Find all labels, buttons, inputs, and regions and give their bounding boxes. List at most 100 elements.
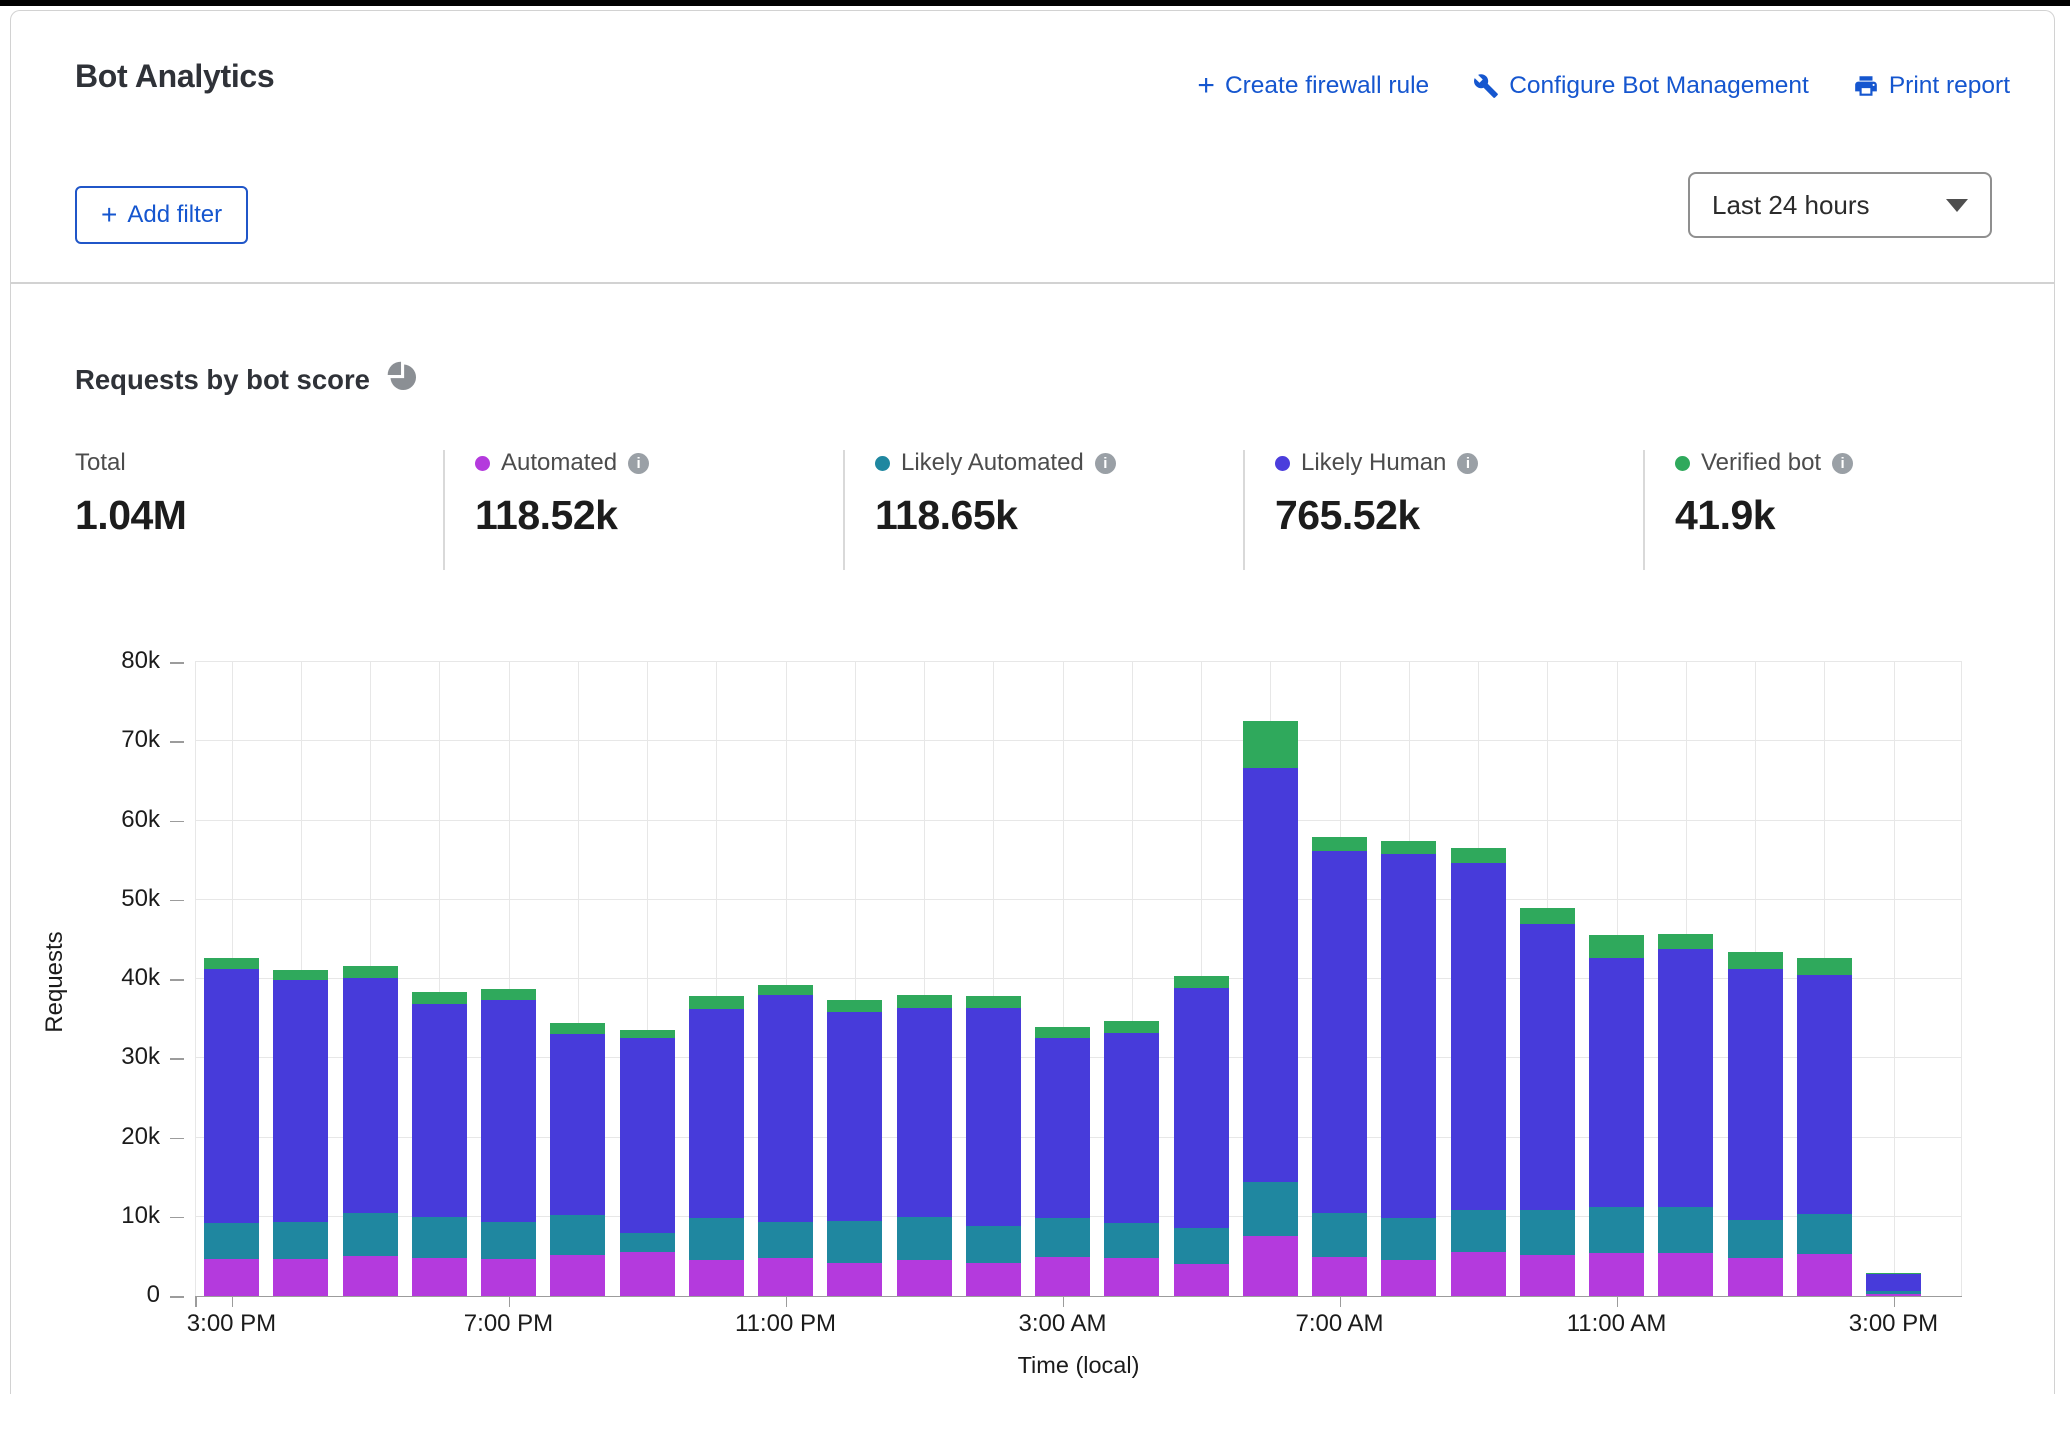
bar-segment-automated[interactable] — [1520, 1255, 1575, 1296]
bar-segment-automated[interactable] — [966, 1263, 1021, 1296]
bar-segment-likely-human[interactable] — [1104, 1033, 1159, 1223]
bar-segment-verified-bot[interactable] — [273, 970, 328, 980]
bar-segment-verified-bot[interactable] — [1866, 1273, 1921, 1274]
bar-segment-likely-automated[interactable] — [1866, 1291, 1921, 1293]
bar-segment-likely-automated[interactable] — [1520, 1210, 1575, 1255]
info-icon[interactable]: i — [1832, 453, 1853, 474]
bar-segment-verified-bot[interactable] — [1658, 934, 1713, 949]
bar-segment-automated[interactable] — [481, 1259, 536, 1296]
bar-segment-likely-human[interactable] — [1381, 854, 1436, 1219]
bar-segment-verified-bot[interactable] — [1589, 935, 1644, 958]
bar-segment-likely-human[interactable] — [481, 1000, 536, 1223]
bar-segment-likely-automated[interactable] — [689, 1218, 744, 1261]
bar-segment-verified-bot[interactable] — [897, 995, 952, 1008]
bar-segment-likely-human[interactable] — [1243, 768, 1298, 1182]
bar-segment-likely-human[interactable] — [1312, 851, 1367, 1213]
bar-segment-verified-bot[interactable] — [550, 1023, 605, 1033]
bar-segment-verified-bot[interactable] — [1728, 952, 1783, 969]
stat-likely-human[interactable]: Likely Human i 765.52k — [1275, 448, 1478, 539]
bar-segment-verified-bot[interactable] — [827, 1000, 882, 1012]
info-icon[interactable]: i — [628, 453, 649, 474]
bar-segment-likely-human[interactable] — [1520, 924, 1575, 1210]
bar-segment-verified-bot[interactable] — [1312, 837, 1367, 850]
bar-segment-likely-human[interactable] — [1451, 863, 1506, 1210]
print-report-link[interactable]: Print report — [1853, 72, 2010, 100]
stat-likely-automated[interactable]: Likely Automated i 118.65k — [875, 448, 1116, 539]
bar-segment-automated[interactable] — [827, 1263, 882, 1296]
stat-verified-bot[interactable]: Verified bot i 41.9k — [1675, 448, 1853, 539]
bar-segment-automated[interactable] — [1035, 1257, 1090, 1296]
bar-segment-likely-automated[interactable] — [620, 1233, 675, 1253]
bar-segment-automated[interactable] — [343, 1256, 398, 1296]
bar-segment-likely-automated[interactable] — [1104, 1223, 1159, 1258]
bar-segment-likely-human[interactable] — [1035, 1038, 1090, 1217]
bar-segment-verified-bot[interactable] — [343, 966, 398, 978]
bar-segment-automated[interactable] — [689, 1260, 744, 1296]
bar-segment-likely-human[interactable] — [204, 969, 259, 1223]
info-icon[interactable]: i — [1457, 453, 1478, 474]
bar-segment-verified-bot[interactable] — [620, 1030, 675, 1039]
bar-segment-automated[interactable] — [758, 1258, 813, 1296]
bar-segment-likely-human[interactable] — [1174, 988, 1229, 1228]
bar-segment-likely-human[interactable] — [1797, 975, 1852, 1214]
bar-segment-likely-human[interactable] — [758, 995, 813, 1222]
add-filter-button[interactable]: + Add filter — [75, 186, 248, 244]
bar-segment-automated[interactable] — [1866, 1294, 1921, 1296]
configure-bot-management-link[interactable]: Configure Bot Management — [1473, 72, 1809, 100]
bar-segment-likely-automated[interactable] — [204, 1223, 259, 1259]
bar-segment-automated[interactable] — [897, 1260, 952, 1296]
bar-segment-automated[interactable] — [273, 1259, 328, 1296]
bar-segment-likely-automated[interactable] — [1381, 1218, 1436, 1259]
bar-segment-automated[interactable] — [1174, 1264, 1229, 1296]
bar-segment-automated[interactable] — [1797, 1254, 1852, 1296]
bar-segment-likely-automated[interactable] — [897, 1217, 952, 1260]
bar-segment-automated[interactable] — [1658, 1253, 1713, 1296]
bar-segment-automated[interactable] — [204, 1259, 259, 1296]
bar-segment-likely-automated[interactable] — [1589, 1207, 1644, 1253]
bar-segment-likely-automated[interactable] — [1797, 1214, 1852, 1254]
bar-segment-verified-bot[interactable] — [1243, 721, 1298, 769]
bar-segment-likely-human[interactable] — [897, 1008, 952, 1217]
bar-segment-likely-human[interactable] — [343, 978, 398, 1213]
bar-segment-automated[interactable] — [1312, 1257, 1367, 1296]
bar-segment-likely-human[interactable] — [620, 1038, 675, 1232]
bar-segment-verified-bot[interactable] — [204, 958, 259, 968]
bar-segment-likely-human[interactable] — [1728, 969, 1783, 1220]
info-icon[interactable]: i — [1095, 453, 1116, 474]
bar-segment-likely-human[interactable] — [1866, 1274, 1921, 1291]
bar-segment-likely-automated[interactable] — [966, 1226, 1021, 1262]
bar-segment-likely-automated[interactable] — [1728, 1220, 1783, 1258]
bar-segment-verified-bot[interactable] — [758, 985, 813, 995]
bar-segment-automated[interactable] — [1728, 1258, 1783, 1296]
bar-segment-automated[interactable] — [1451, 1252, 1506, 1296]
bar-segment-likely-automated[interactable] — [1243, 1182, 1298, 1236]
bar-segment-likely-human[interactable] — [550, 1034, 605, 1215]
bar-segment-verified-bot[interactable] — [481, 989, 536, 1000]
bar-segment-likely-human[interactable] — [1589, 958, 1644, 1207]
bar-segment-likely-human[interactable] — [1658, 949, 1713, 1207]
stat-automated[interactable]: Automated i 118.52k — [475, 448, 649, 539]
bar-segment-likely-automated[interactable] — [1035, 1218, 1090, 1258]
bar-segment-likely-automated[interactable] — [1174, 1228, 1229, 1264]
bar-segment-likely-automated[interactable] — [273, 1222, 328, 1258]
bar-segment-likely-automated[interactable] — [1312, 1213, 1367, 1257]
bar-segment-automated[interactable] — [412, 1258, 467, 1296]
bar-segment-automated[interactable] — [620, 1252, 675, 1296]
bar-segment-verified-bot[interactable] — [966, 996, 1021, 1007]
bar-segment-verified-bot[interactable] — [1797, 958, 1852, 975]
bar-segment-likely-automated[interactable] — [412, 1217, 467, 1258]
bar-segment-verified-bot[interactable] — [1035, 1027, 1090, 1038]
time-range-dropdown[interactable]: Last 24 hours — [1688, 172, 1992, 238]
bar-segment-likely-automated[interactable] — [1658, 1207, 1713, 1253]
bar-segment-likely-human[interactable] — [689, 1009, 744, 1217]
bar-segment-likely-human[interactable] — [273, 980, 328, 1223]
bar-segment-likely-human[interactable] — [966, 1008, 1021, 1227]
bar-segment-verified-bot[interactable] — [1174, 976, 1229, 988]
bar-segment-automated[interactable] — [550, 1255, 605, 1296]
bar-segment-likely-automated[interactable] — [481, 1222, 536, 1258]
bar-segment-verified-bot[interactable] — [1381, 841, 1436, 854]
bar-segment-verified-bot[interactable] — [1451, 848, 1506, 862]
bar-segment-verified-bot[interactable] — [1520, 908, 1575, 923]
bar-segment-likely-automated[interactable] — [343, 1213, 398, 1257]
bar-segment-likely-automated[interactable] — [1451, 1210, 1506, 1252]
